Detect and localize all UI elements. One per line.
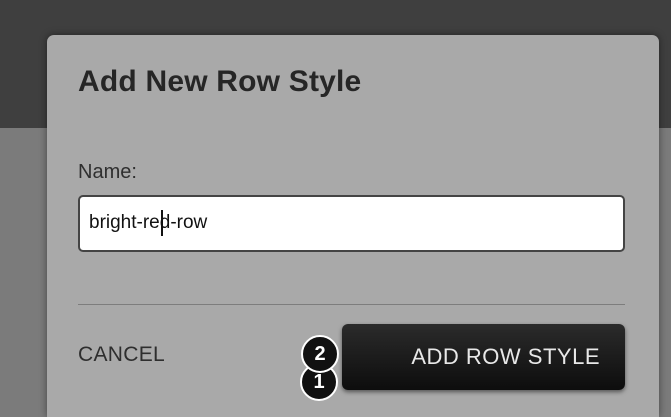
- add-row-style-dialog: Add New Row Style Name: bright-red-row 1…: [47, 35, 659, 417]
- text-caret: [161, 210, 163, 236]
- name-label: Name:: [78, 161, 137, 183]
- add-row-style-label: ADD ROW STYLE: [411, 344, 600, 369]
- name-value-after-caret: red-row: [142, 212, 208, 233]
- dialog-divider: [78, 304, 625, 305]
- name-input[interactable]: bright-red-row 1: [78, 195, 625, 401]
- add-row-style-button[interactable]: ADD ROW STYLE: [342, 324, 625, 390]
- step-2-badge: 2: [301, 335, 339, 373]
- name-input-value: bright-red-row: [89, 212, 207, 234]
- dialog-title: Add New Row Style: [78, 65, 362, 98]
- name-value-before-caret: bright-: [89, 212, 143, 233]
- cancel-button[interactable]: CANCEL: [78, 343, 165, 367]
